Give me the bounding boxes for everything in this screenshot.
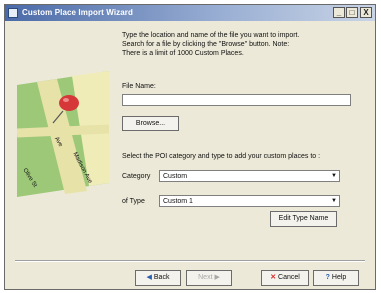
- app-icon: [8, 8, 18, 18]
- maximize-button[interactable]: □: [346, 7, 358, 18]
- help-button[interactable]: ? Help: [313, 270, 359, 286]
- category-dropdown[interactable]: Custom ▼: [159, 170, 340, 182]
- close-icon: ✕: [270, 274, 277, 281]
- wizard-window: Custom Place Import Wizard _ □ X Ave Mad…: [4, 4, 376, 290]
- cancel-label: Cancel: [278, 274, 300, 281]
- category-label: Category: [122, 173, 151, 180]
- category-value: Custom: [163, 173, 188, 180]
- title-bar[interactable]: Custom Place Import Wizard _ □ X: [5, 5, 375, 21]
- poi-instruction: Select the POI category and type to add …: [122, 153, 321, 160]
- intro-line-3: There is a limit of 1000 Custom Places.: [122, 50, 244, 57]
- next-button[interactable]: Next ▶: [186, 270, 232, 286]
- map-cross-road: [17, 124, 109, 138]
- help-label: Help: [331, 274, 347, 281]
- chevron-down-icon[interactable]: ▼: [331, 198, 337, 204]
- type-value: Custom 1: [163, 198, 193, 205]
- edit-type-name-button[interactable]: Edit Type Name: [270, 211, 337, 227]
- next-arrow-icon: ▶: [214, 274, 220, 281]
- minimize-button[interactable]: _: [333, 7, 345, 18]
- browse-button[interactable]: Browse...: [122, 116, 179, 131]
- intro-line-2: Search for a file by clicking the "Brows…: [122, 41, 290, 48]
- map-illustration: Ave Madison Ave Olive St: [17, 71, 109, 197]
- footer-divider: [15, 260, 365, 262]
- back-label: Back: [153, 274, 170, 281]
- type-dropdown[interactable]: Custom 1 ▼: [159, 195, 340, 207]
- window-title: Custom Place Import Wizard: [22, 8, 133, 17]
- chevron-down-icon[interactable]: ▼: [331, 173, 337, 179]
- help-icon: ?: [325, 274, 330, 281]
- type-label: of Type: [122, 198, 145, 205]
- file-name-input[interactable]: [122, 94, 351, 106]
- file-name-label: File Name:: [122, 83, 156, 90]
- back-button[interactable]: ◀ Back: [135, 270, 181, 286]
- next-label: Next: [198, 274, 213, 281]
- close-button[interactable]: X: [360, 7, 372, 18]
- intro-line-1: Type the location and name of the file y…: [122, 32, 300, 39]
- back-arrow-icon: ◀: [146, 274, 152, 281]
- cancel-button[interactable]: ✕ Cancel: [261, 270, 309, 286]
